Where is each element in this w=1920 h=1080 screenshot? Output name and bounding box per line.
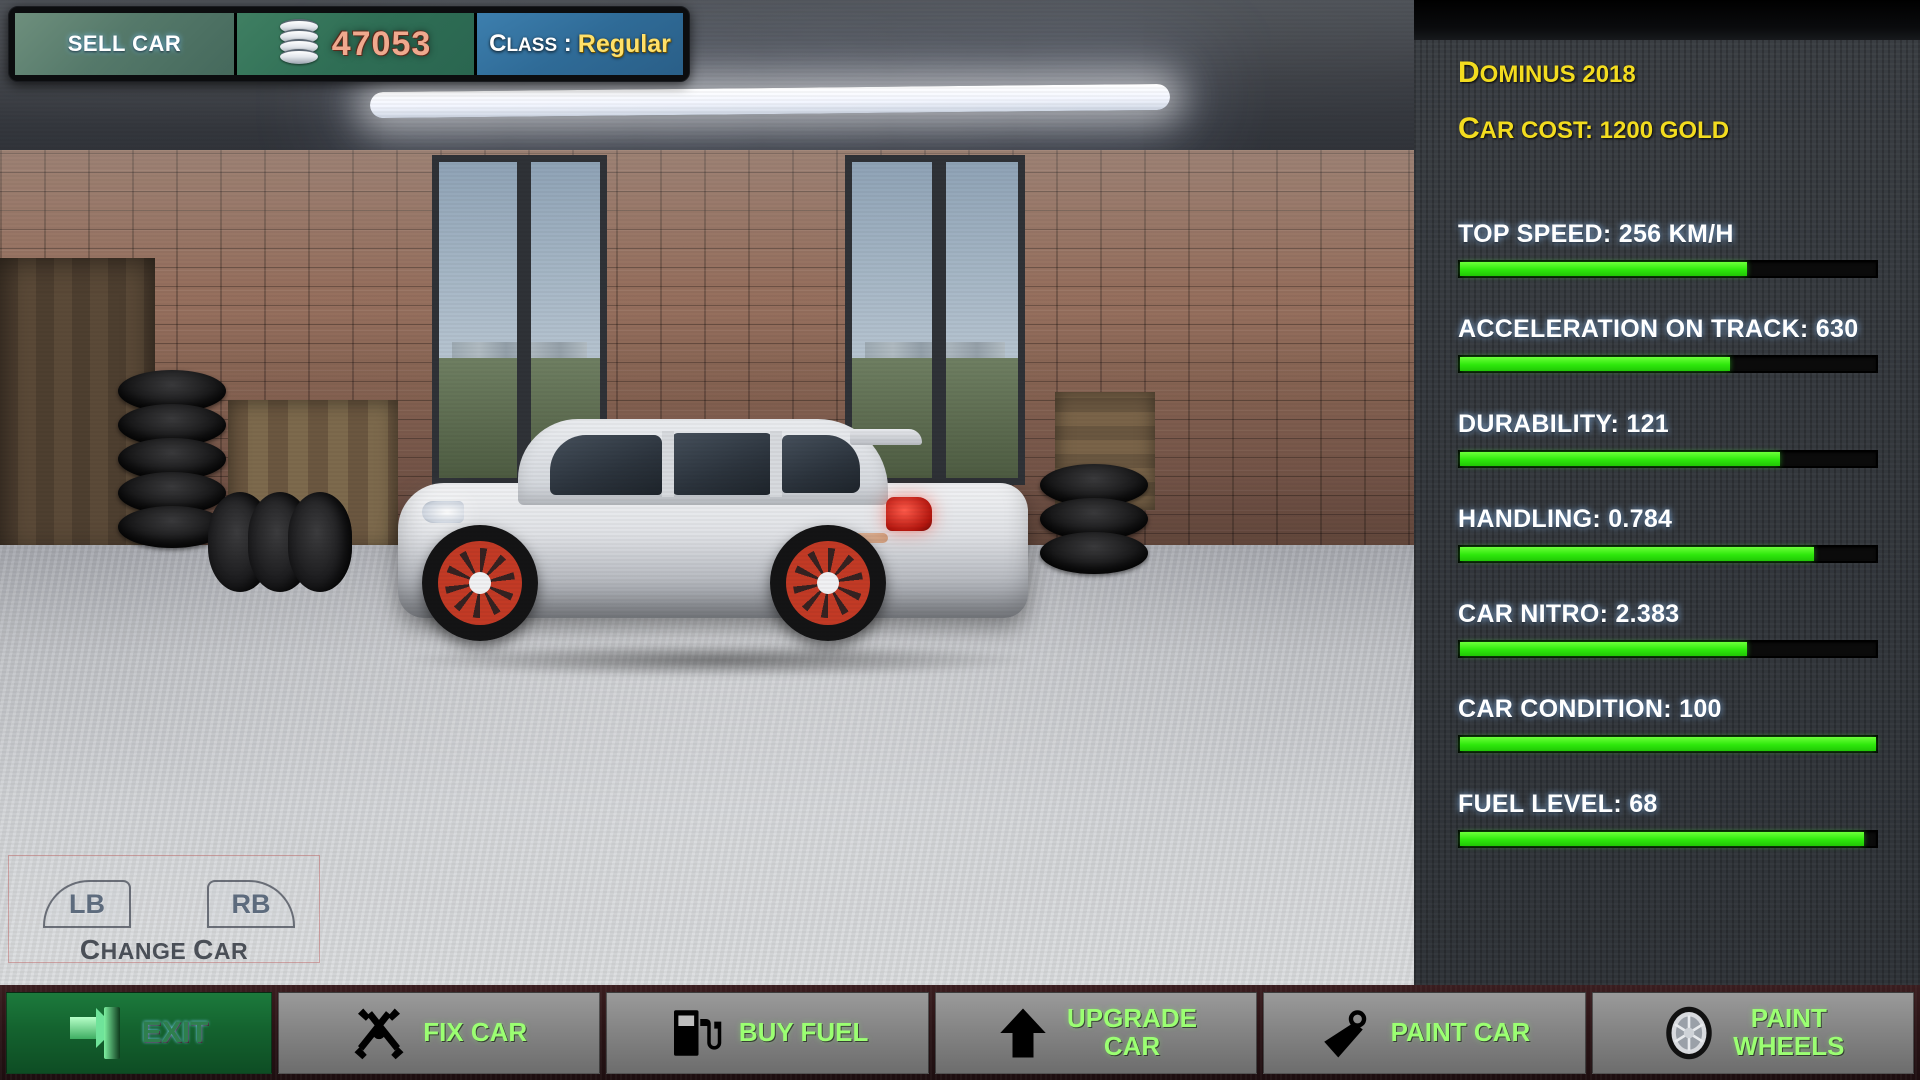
stat-row: DURABILITY: 121: [1458, 410, 1878, 468]
toolbar-button-buy-fuel[interactable]: BUY FUEL: [606, 991, 929, 1074]
stat-progress-fill: [1460, 452, 1781, 466]
top-hud-bar: SELL CAR 47053 CLASS : Regular: [8, 6, 690, 82]
stat-label: ACCELERATION ON TRACK: 630: [1458, 315, 1859, 343]
up-arrow-icon: [995, 1005, 1051, 1061]
stat-progress-track: [1458, 735, 1878, 753]
tyre-stack-right: [1040, 464, 1148, 574]
change-car-label: CHANGE CAR: [79, 934, 249, 965]
fuel-pump-icon: [667, 1005, 723, 1061]
sell-car-button[interactable]: SELL CAR: [15, 13, 237, 75]
left-bumper-button[interactable]: LB: [43, 880, 131, 928]
car-class-display: CLASS : Regular: [477, 13, 683, 75]
tyre-leaning-3: [288, 492, 352, 592]
gold-amount-value: 47053: [331, 24, 432, 63]
stat-row: ACCELERATION ON TRACK: 630: [1458, 315, 1878, 373]
toolbar-button-paint-car[interactable]: PAINT CAR: [1263, 991, 1586, 1074]
stat-progress-track: [1458, 355, 1878, 373]
car-name-title: DOMINUS 2018: [1458, 56, 1636, 89]
right-bumper-button[interactable]: RB: [207, 880, 295, 928]
toolbar-button-exit[interactable]: EXIT: [6, 991, 272, 1074]
toolbar-button-upgrade-car[interactable]: UPGRADE CAR: [934, 991, 1258, 1074]
car-taillight: [886, 497, 932, 531]
stat-label: CAR NITRO: 2.383: [1458, 600, 1680, 628]
toolbar-button-label: EXIT: [141, 1015, 209, 1049]
stat-row: CAR CONDITION: 100: [1458, 695, 1878, 753]
class-value: Regular: [577, 29, 671, 58]
panel-top-strip: [1414, 0, 1920, 40]
toolbar-button-label: UPGRADE CAR: [1067, 1003, 1198, 1061]
change-car-control[interactable]: LB RB CHANGE CAR: [8, 855, 320, 965]
gold-balance-display: 47053: [237, 13, 477, 75]
player-car-model: [398, 405, 1038, 677]
stat-row: HANDLING: 0.784: [1458, 505, 1878, 563]
toolbar-button-label: PAINT WHEELS: [1733, 1003, 1845, 1061]
car-rear-wheel: [770, 525, 886, 641]
stat-label: FUEL LEVEL: 68: [1458, 790, 1658, 818]
stat-row: CAR NITRO: 2.383: [1458, 600, 1878, 658]
sell-car-label: SELL CAR: [67, 31, 182, 56]
car-cost-label: CAR COST: 1200 GOLD: [1458, 112, 1730, 145]
garage-viewport: [0, 0, 1414, 985]
stat-progress-track: [1458, 545, 1878, 563]
stat-progress-fill: [1460, 262, 1748, 276]
left-bumper-label: LB: [69, 888, 105, 919]
stat-progress-fill: [1460, 832, 1864, 846]
stat-label: DURABILITY: 121: [1458, 410, 1670, 438]
game-screen: SELL CAR 47053 CLASS : Regular LB RB CHA…: [0, 0, 1920, 1080]
crossed-wrenches-icon: [351, 1005, 407, 1061]
stat-progress-track: [1458, 830, 1878, 848]
stat-progress-fill: [1460, 357, 1731, 371]
toolbar-button-label: BUY FUEL: [738, 1016, 869, 1047]
stat-progress-track: [1458, 260, 1878, 278]
stat-label: TOP SPEED: 256 KM/H: [1458, 220, 1734, 248]
toolbar-button-paint-wheels[interactable]: PAINT WHEELS: [1591, 991, 1915, 1074]
toolbar-button-label: PAINT CAR: [1390, 1016, 1531, 1047]
stat-progress-fill: [1460, 737, 1876, 751]
stat-progress-fill: [1460, 547, 1814, 561]
alloy-wheel-icon: [1661, 1005, 1717, 1061]
car-front-wheel: [422, 525, 538, 641]
right-bumper-label: RB: [231, 888, 271, 919]
stat-row: TOP SPEED: 256 KM/H: [1458, 220, 1878, 278]
class-label: CLASS :: [489, 30, 572, 57]
stat-progress-track: [1458, 640, 1878, 658]
exit-door-icon: [69, 1005, 126, 1061]
car-headlight: [422, 501, 464, 523]
coin-stack-icon: [279, 19, 318, 69]
toolbar-button-label: FIX CAR: [423, 1016, 528, 1047]
car-stats-panel: DOMINUS 2018 CAR COST: 1200 GOLD TOP SPE…: [1414, 0, 1920, 985]
toolbar-button-fix-car[interactable]: FIX CAR: [278, 991, 601, 1074]
stat-progress-fill: [1460, 642, 1748, 656]
stat-label: CAR CONDITION: 100: [1458, 695, 1722, 723]
paint-brush-icon: [1319, 1005, 1375, 1061]
action-toolbar: EXIT FIX CAR BUY FUEL UPGRADE CAR PAINT CAR PA…: [0, 985, 1920, 1080]
stat-label: HANDLING: 0.784: [1458, 505, 1673, 533]
stat-row: FUEL LEVEL: 68: [1458, 790, 1878, 848]
stat-progress-track: [1458, 450, 1878, 468]
car-stats-list: TOP SPEED: 256 KM/H ACCELERATION ON TRACK…: [1414, 220, 1920, 848]
